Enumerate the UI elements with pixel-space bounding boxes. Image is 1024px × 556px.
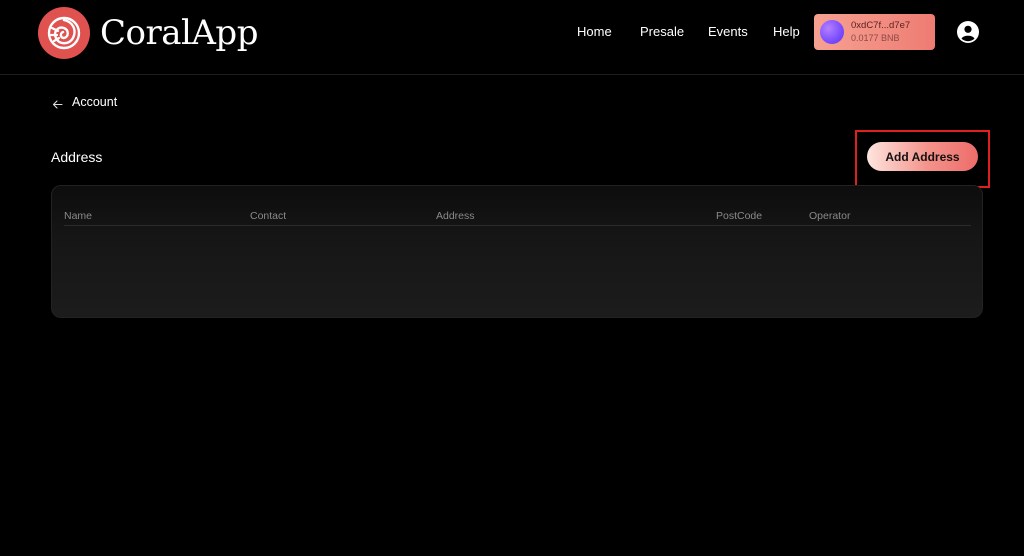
nav-help[interactable]: Help [773, 24, 800, 39]
wallet-avatar-icon [820, 20, 844, 44]
table-header-row: Name Contact Address PostCode Operator [64, 210, 971, 226]
wallet-button[interactable]: 0xdC7f...d7e7 0.0177 BNB [814, 14, 935, 50]
top-header: CoralApp Home Presale Events Help 0xdC7f… [0, 0, 1024, 75]
column-header-address: Address [436, 210, 475, 222]
back-label: Account [72, 95, 118, 109]
column-header-postcode: PostCode [716, 210, 763, 222]
address-table: Name Contact Address PostCode Operator [51, 185, 983, 318]
add-address-button[interactable]: Add Address [867, 142, 978, 171]
wallet-info: 0xdC7f...d7e7 0.0177 BNB [851, 20, 910, 44]
brand-logo[interactable]: CoralApp [38, 7, 258, 59]
user-circle-icon[interactable] [957, 21, 979, 43]
wallet-address: 0xdC7f...d7e7 [851, 20, 911, 31]
page-title: Address [51, 149, 103, 165]
column-header-name: Name [64, 210, 93, 222]
wallet-balance: 0.0177 BNB [851, 33, 900, 43]
column-header-contact: Contact [250, 210, 287, 222]
nautilus-shell-icon [38, 7, 90, 59]
nav-home[interactable]: Home [577, 24, 612, 39]
arrow-left-icon [52, 97, 63, 109]
brand-name: CoralApp [100, 13, 258, 53]
column-header-operator: Operator [809, 210, 851, 222]
back-to-account-link[interactable]: Account [52, 95, 117, 109]
nav-events[interactable]: Events [708, 24, 748, 39]
nav-presale[interactable]: Presale [640, 24, 684, 39]
